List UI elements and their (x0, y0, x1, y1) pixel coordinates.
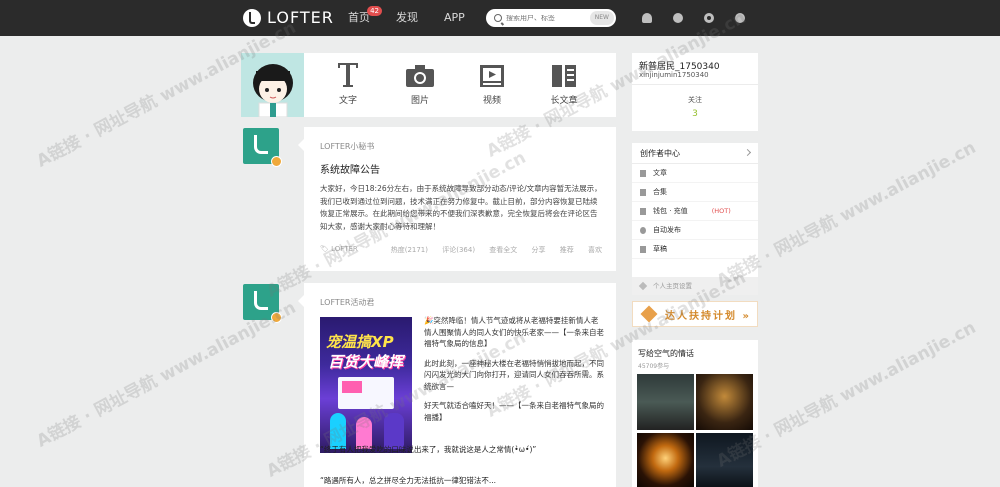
creator-center-menu: 创作者中心 文章 合集 钱包 · 充值 (HOT) 自动发布 草稿 个人主页设置 (632, 143, 758, 295)
post-body: 大家好，今日18:26分左右，由于系统故障导致部分动态/评论/文章内容暂无法展示… (320, 184, 602, 231)
more-icon[interactable] (735, 13, 745, 23)
post-author-avatar[interactable] (243, 128, 282, 167)
topic-image[interactable] (696, 374, 753, 430)
menu-item-collections[interactable]: 合集 (632, 183, 758, 202)
settings-icon (638, 281, 648, 291)
home-notification-badge: 42 (367, 6, 382, 16)
post-paragraph: 好天气就适合嗑好天！——【一条来自老福特气象局的福播】 (424, 401, 604, 422)
video-icon (480, 65, 504, 87)
post-author-name[interactable]: LOFTER小秘书 (320, 141, 374, 152)
publish-photo-button[interactable]: 图片 (384, 53, 456, 117)
article-icon (640, 170, 646, 177)
text-icon (338, 63, 358, 87)
draft-icon (640, 246, 646, 253)
chevron-right-icon (743, 148, 752, 157)
post-card: LOFTER小秘书 系统故障公告 大家好，今日18:26分左右，由于系统故障导致… (298, 127, 616, 271)
post-author-avatar[interactable] (243, 284, 282, 323)
lofter-l-icon (254, 135, 268, 154)
topic-image[interactable] (696, 433, 753, 487)
creator-center-header[interactable]: 创作者中心 (632, 143, 758, 164)
post-tag[interactable]: 🏷 LOFTER (320, 245, 379, 255)
settings-icon[interactable] (704, 13, 714, 23)
publish-video-button[interactable]: 视频 (456, 53, 528, 117)
search-input[interactable] (506, 14, 576, 22)
article-icon (552, 65, 576, 87)
like-link[interactable]: 喜欢 (588, 246, 602, 254)
top-icon-group (642, 13, 766, 23)
menu-item-wallet[interactable]: 钱包 · 充值 (HOT) (632, 202, 758, 221)
search-icon (494, 14, 502, 22)
post-poster-image[interactable]: 宠温搞XP 百货大峰挥 (320, 317, 412, 453)
post-quote: “终于有人把我爱吃的口味说出来了，我就说这是人之常情(•̀ω•́)” (320, 445, 537, 454)
talent-support-banner[interactable]: 达人扶持计划 » (632, 301, 758, 327)
post-paragraph: 此时此刻，一座神秘大楼在老福特悄悄拔地而起，不同闪闪发光的大门向你打开，迎请同人… (424, 358, 604, 391)
verified-badge-icon (271, 312, 282, 323)
search-new-badge[interactable]: NEW (589, 11, 614, 25)
post-title[interactable]: 系统故障公告 (320, 161, 380, 176)
post-quote: “路遇所有人，总之拼尽全力无法抵抗一律犯错法不... (320, 476, 497, 485)
camera-icon (406, 65, 434, 87)
post-card: LOFTER活动君 宠温搞XP 百货大峰挥 🎉突然降临！情人节气迹或将从老福特要… (298, 283, 616, 487)
topic-box: 写给空气的情话 45709参与 (632, 340, 758, 487)
wallet-icon (640, 208, 646, 215)
publish-photo-label: 图片 (410, 96, 429, 106)
homepage-settings-link[interactable]: 个人主页设置 (632, 277, 758, 295)
topic-participants: 45709参与 (638, 363, 670, 370)
topic-image[interactable] (637, 374, 694, 430)
message-icon[interactable] (673, 13, 683, 23)
menu-item-drafts[interactable]: 草稿 (632, 240, 758, 259)
hot-count-link[interactable]: 热度(2171) (391, 246, 428, 254)
collection-icon (640, 189, 646, 196)
publish-bar: 文字 图片 视频 长文章 (241, 53, 616, 117)
poster-headline: 宠温搞XP (326, 333, 394, 351)
verified-badge-icon (271, 156, 282, 167)
topic-image[interactable] (637, 433, 694, 487)
bell-icon[interactable] (642, 13, 652, 23)
user-avatar[interactable] (241, 53, 304, 117)
logo-text: LOFTER (267, 8, 334, 27)
nav-discover[interactable]: 发现 (396, 0, 418, 36)
top-navigation-bar: LOFTER 首页42 发现 APP NEW (0, 0, 1000, 36)
nav-home[interactable]: 首页 42 (348, 0, 382, 36)
menu-item-articles[interactable]: 文章 (632, 164, 758, 183)
recommend-link[interactable]: 推荐 (560, 246, 574, 254)
menu-item-auto-publish[interactable]: 自动发布 (632, 221, 758, 240)
post-footer: 🏷 LOFTER 热度(2171) 评论(364) 查看全文 分享 推荐 喜欢 (320, 245, 602, 255)
post-author-name[interactable]: LOFTER活动君 (320, 297, 374, 308)
follow-label[interactable]: 关注 (632, 95, 758, 105)
main-nav: 首页 42 发现 APP (348, 0, 491, 36)
comment-link[interactable]: 评论(364) (442, 246, 475, 254)
read-more-link[interactable]: 查看全文 (489, 246, 517, 254)
profile-card: 新普居民_1750340 xinjinjumin1750340 关注 3 (632, 53, 758, 131)
post-paragraph: 🎉突然降临！情人节气迹或将从老福特要挂新情人老情人围聚情人的同人女们的快乐老家—… (424, 316, 604, 348)
lofter-logo-icon (243, 8, 261, 27)
publish-text-button[interactable]: 文字 (312, 53, 384, 117)
topic-title[interactable]: 写给空气的情话 (638, 348, 694, 359)
hot-badge: (HOT) (711, 207, 731, 215)
diamond-icon (640, 305, 658, 323)
search-box[interactable]: NEW (486, 9, 616, 27)
share-link[interactable]: 分享 (532, 246, 546, 254)
profile-uid: xinjinjumin1750340 (639, 71, 709, 79)
publish-article-label: 长文章 (550, 96, 578, 106)
lofter-l-icon (254, 291, 268, 310)
poster-subheadline: 百货大峰挥 (328, 353, 404, 371)
lofter-logo[interactable]: LOFTER (243, 8, 334, 27)
nav-app[interactable]: APP (444, 0, 465, 36)
publish-video-label: 视频 (482, 96, 501, 106)
clock-icon (640, 227, 646, 234)
follow-count[interactable]: 3 (632, 109, 758, 119)
publish-article-button[interactable]: 长文章 (528, 53, 600, 117)
post-body: 🎉突然降临！情人节气迹或将从老福特要挂新情人老情人围聚情人的同人女们的快乐老家—… (424, 315, 604, 431)
publish-text-label: 文字 (338, 96, 357, 106)
